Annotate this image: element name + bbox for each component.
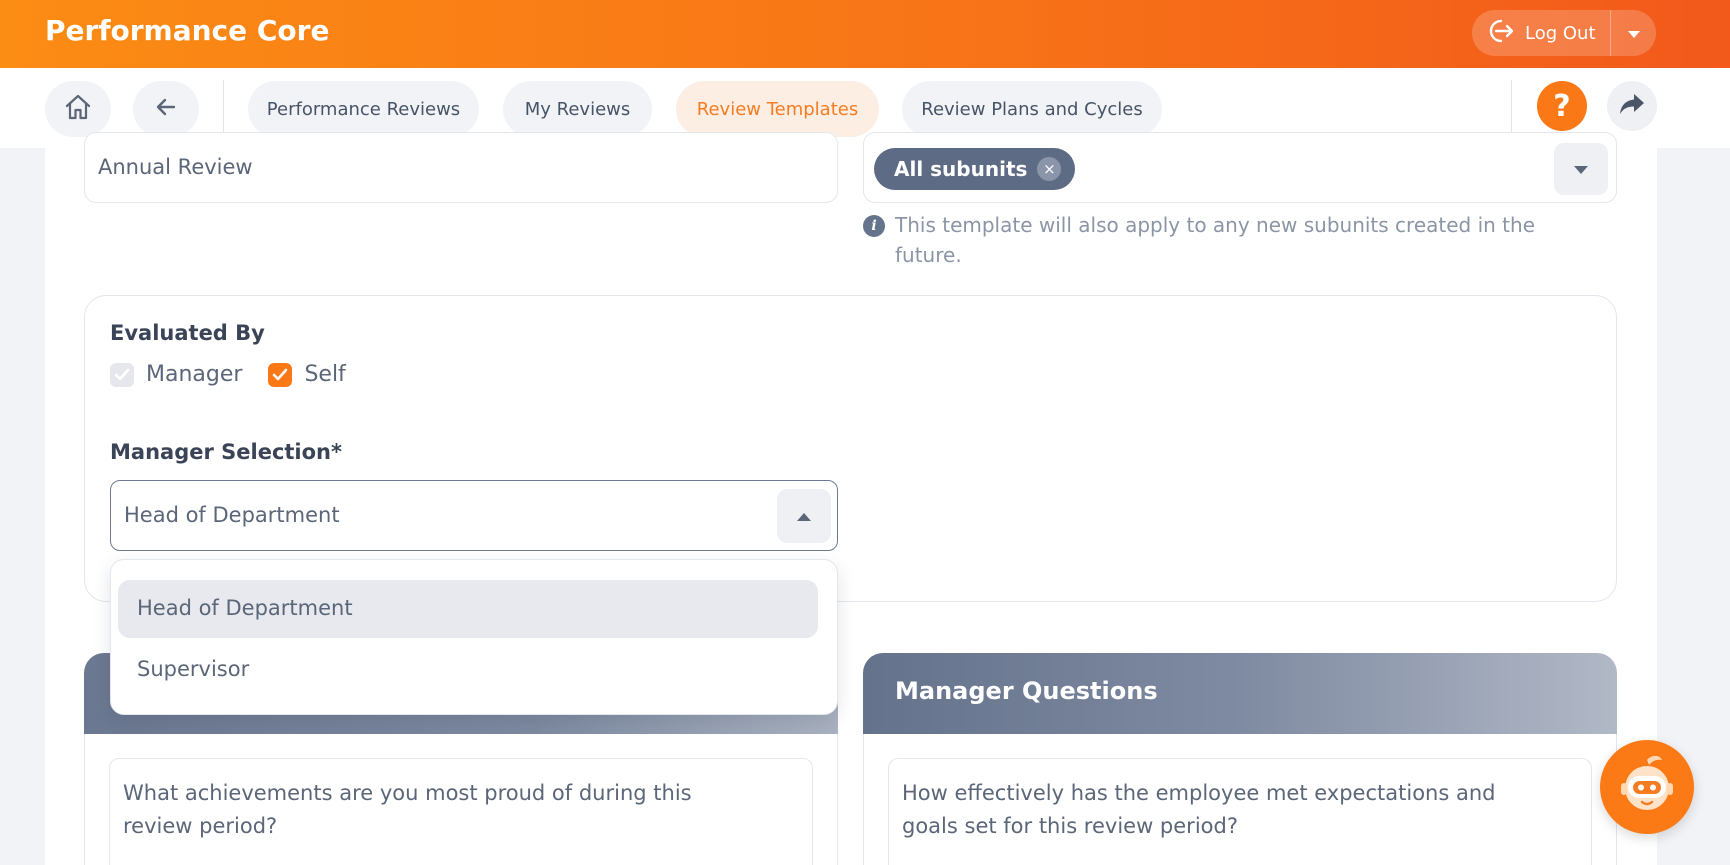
evaluated-by-options: Manager Self bbox=[110, 362, 372, 387]
caret-down-icon bbox=[1627, 24, 1641, 43]
self-checkbox[interactable] bbox=[268, 362, 293, 387]
info-icon: i bbox=[863, 215, 885, 237]
home-button[interactable] bbox=[45, 81, 111, 137]
account-menu-toggle[interactable] bbox=[1611, 10, 1656, 56]
logout-icon bbox=[1485, 18, 1515, 48]
help-label: ? bbox=[1553, 88, 1571, 124]
manager-questions-body: How effectively has the employee met exp… bbox=[863, 734, 1617, 865]
manager-questions-title: Manager Questions bbox=[895, 677, 1158, 705]
manager-selection-dropdown: Head of Department Supervisor bbox=[110, 559, 838, 715]
subunits-select[interactable]: All subunits × bbox=[863, 132, 1617, 203]
assistant-bot-button[interactable] bbox=[1600, 740, 1694, 834]
share-button[interactable] bbox=[1607, 81, 1657, 131]
logout-button[interactable]: Log Out bbox=[1472, 10, 1610, 56]
help-button[interactable]: ? bbox=[1537, 81, 1587, 131]
logout-button-group: Log Out bbox=[1472, 10, 1656, 56]
tab-review-templates[interactable]: Review Templates bbox=[676, 81, 879, 137]
template-name-input[interactable]: Annual Review bbox=[84, 132, 838, 203]
manager-selection-label: Manager Selection* bbox=[110, 440, 342, 464]
manager-selection-toggle[interactable] bbox=[777, 489, 831, 543]
robot-icon bbox=[1614, 752, 1680, 822]
subunits-dropdown-toggle[interactable] bbox=[1554, 143, 1608, 195]
template-name-value: Annual Review bbox=[98, 155, 253, 179]
manager-checkbox-label: Manager bbox=[146, 362, 243, 387]
subunit-hint: i This template will also apply to any n… bbox=[863, 210, 1583, 270]
evaluated-by-label: Evaluated By bbox=[110, 321, 265, 345]
manager-checkbox bbox=[110, 362, 134, 387]
tab-review-plans-and-cycles[interactable]: Review Plans and Cycles bbox=[902, 81, 1162, 137]
caret-up-icon bbox=[796, 507, 812, 526]
manager-selection-select[interactable]: Head of Department bbox=[110, 480, 838, 551]
tab-performance-reviews[interactable]: Performance Reviews bbox=[248, 81, 479, 137]
logout-label: Log Out bbox=[1525, 22, 1596, 44]
self-question-item[interactable]: What achievements are you most proud of … bbox=[109, 758, 813, 865]
subunit-hint-text: This template will also apply to any new… bbox=[895, 213, 1535, 267]
subunit-chip: All subunits × bbox=[874, 148, 1076, 190]
app-title: Performance Core bbox=[45, 14, 330, 47]
self-checkbox-label: Self bbox=[304, 362, 346, 387]
home-icon bbox=[63, 92, 93, 126]
nav-divider bbox=[223, 80, 224, 138]
manager-selection-value: Head of Department bbox=[124, 503, 340, 527]
remove-chip-icon[interactable]: × bbox=[1037, 157, 1062, 181]
option-label: Supervisor bbox=[137, 657, 250, 681]
dropdown-option-head-of-department[interactable]: Head of Department bbox=[118, 580, 818, 638]
nav-divider-right bbox=[1511, 80, 1512, 138]
manager-questions-header: Manager Questions bbox=[863, 653, 1617, 734]
manager-question-text: How effectively has the employee met exp… bbox=[902, 781, 1496, 838]
top-header-bar: Performance Core Log Out bbox=[0, 0, 1730, 68]
self-question-text: What achievements are you most proud of … bbox=[123, 781, 692, 838]
caret-down-icon bbox=[1573, 160, 1589, 179]
manager-question-item[interactable]: How effectively has the employee met exp… bbox=[888, 758, 1592, 865]
dropdown-option-supervisor[interactable]: Supervisor bbox=[118, 641, 818, 699]
share-icon bbox=[1618, 92, 1646, 120]
tab-my-reviews[interactable]: My Reviews bbox=[503, 81, 652, 137]
back-button[interactable] bbox=[133, 81, 199, 137]
arrow-left-icon bbox=[154, 95, 178, 123]
option-label: Head of Department bbox=[137, 596, 353, 620]
self-questions-body: What achievements are you most proud of … bbox=[84, 734, 838, 865]
subunit-chip-label: All subunits bbox=[894, 157, 1028, 181]
